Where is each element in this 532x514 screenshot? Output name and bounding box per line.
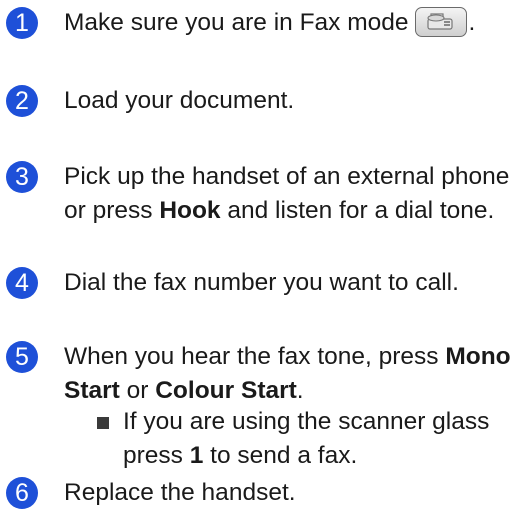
bullet-text: If you are using the scanner glass press… bbox=[123, 405, 532, 473]
fax-mode-button[interactable] bbox=[414, 6, 467, 37]
step-5-text-b: or bbox=[119, 377, 156, 404]
step-number-5: 5 bbox=[6, 341, 38, 373]
step-6-text: Replace the handset. bbox=[64, 479, 296, 506]
square-bullet-icon bbox=[97, 417, 109, 429]
step-number-1: 1 bbox=[6, 7, 38, 39]
step-1-suffix: . bbox=[468, 9, 476, 36]
step-number-2: 2 bbox=[6, 85, 38, 117]
hook-key-label: Hook bbox=[159, 197, 221, 224]
step-number-3: 3 bbox=[6, 161, 38, 193]
step-1-text: Make sure you are in Fax mode . bbox=[64, 6, 532, 40]
bullet-text-b: to send a fax. bbox=[203, 442, 358, 469]
step-5-text: When you hear the fax tone, press Mono S… bbox=[64, 340, 532, 408]
step-3-text-b: and listen for a dial tone. bbox=[220, 197, 495, 224]
step-4-text: Dial the fax number you want to call. bbox=[64, 269, 459, 296]
key-1-label: 1 bbox=[189, 442, 204, 469]
step-3-text: Pick up the handset of an external phone… bbox=[64, 160, 532, 228]
step-number-6: 6 bbox=[6, 477, 38, 509]
fax-machine-icon bbox=[426, 12, 453, 30]
step-5-text-c: . bbox=[296, 377, 304, 404]
step-number-4: 4 bbox=[6, 267, 38, 299]
colour-start-key-label: Colour Start bbox=[155, 377, 297, 404]
step-2-text: Load your document. bbox=[64, 87, 295, 114]
step-1-label: Make sure you are in Fax mode bbox=[64, 9, 409, 36]
step-5-text-a: When you hear the fax tone, press bbox=[64, 343, 446, 370]
